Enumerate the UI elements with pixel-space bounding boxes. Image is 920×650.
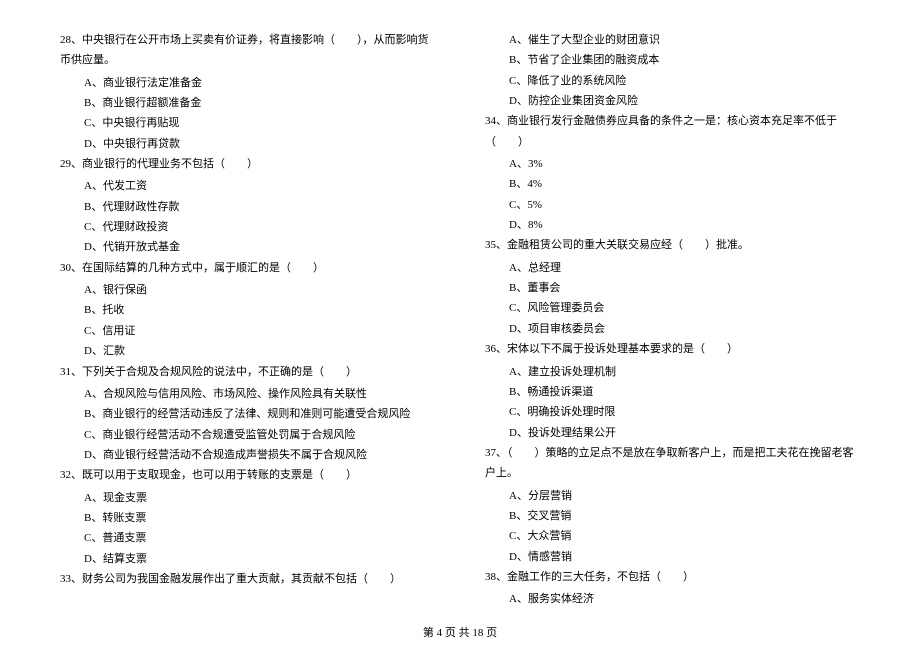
option-item: C、中央银行再贴现 bbox=[60, 113, 435, 133]
option-item: A、3% bbox=[485, 154, 860, 174]
question-text: 28、中央银行在公开市场上买卖有价证券，将直接影响（ ），从而影响货币供应量。 bbox=[60, 30, 435, 71]
question-label: 37、（ ）策略的立足点不是放在争取新客户上，而是把工夫花在挽留老客户上。 bbox=[485, 443, 860, 484]
question-text: 38、金融工作的三大任务，不包括（ ） bbox=[485, 567, 860, 587]
option-item: A、分层营销 bbox=[485, 486, 860, 506]
question-text: 35、金融租赁公司的重大关联交易应经（ ）批准。 bbox=[485, 235, 860, 255]
question-label: 36、宋体以下不属于投诉处理基本要求的是（ ） bbox=[485, 339, 860, 359]
option-item: C、商业银行经营活动不合规遭受监管处罚属于合规风险 bbox=[60, 425, 435, 445]
exam-content: 28、中央银行在公开市场上买卖有价证券，将直接影响（ ），从而影响货币供应量。A… bbox=[60, 30, 860, 620]
page-footer: 第 4 页 共 18 页 bbox=[0, 624, 920, 640]
question-text: 37、（ ）策略的立足点不是放在争取新客户上，而是把工夫花在挽留老客户上。 bbox=[485, 443, 860, 484]
option-item: D、汇款 bbox=[60, 341, 435, 361]
option-item: A、催生了大型企业的财团意识 bbox=[485, 30, 860, 50]
option-item: D、代销开放式基金 bbox=[60, 237, 435, 257]
option-item: D、项目审核委员会 bbox=[485, 319, 860, 339]
option-item: A、现金支票 bbox=[60, 488, 435, 508]
option-item: D、中央银行再贷款 bbox=[60, 134, 435, 154]
question-label: 30、在国际结算的几种方式中，属于顺汇的是（ ） bbox=[60, 258, 435, 278]
option-item: A、商业银行法定准备金 bbox=[60, 73, 435, 93]
question-text: 30、在国际结算的几种方式中，属于顺汇的是（ ） bbox=[60, 258, 435, 278]
question-text: 29、商业银行的代理业务不包括（ ） bbox=[60, 154, 435, 174]
option-item: B、托收 bbox=[60, 300, 435, 320]
question-label: 29、商业银行的代理业务不包括（ ） bbox=[60, 154, 435, 174]
option-item: D、防控企业集团资金风险 bbox=[485, 91, 860, 111]
option-item: B、商业银行的经营活动违反了法律、规则和准则可能遭受合规风险 bbox=[60, 404, 435, 424]
option-item: A、总经理 bbox=[485, 258, 860, 278]
option-item: D、8% bbox=[485, 215, 860, 235]
question-text: 34、商业银行发行金融债券应具备的条件之一是：核心资本充足率不低于（ ） bbox=[485, 111, 860, 152]
option-item: C、普通支票 bbox=[60, 528, 435, 548]
question-label: 31、下列关于合规及合规风险的说法中，不正确的是（ ） bbox=[60, 362, 435, 382]
option-item: A、代发工资 bbox=[60, 176, 435, 196]
option-item: B、交叉营销 bbox=[485, 506, 860, 526]
option-item: C、5% bbox=[485, 195, 860, 215]
question-text: 33、财务公司为我国金融发展作出了重大贡献，其贡献不包括（ ） bbox=[60, 569, 435, 589]
left-column: 28、中央银行在公开市场上买卖有价证券，将直接影响（ ），从而影响货币供应量。A… bbox=[60, 30, 435, 620]
option-item: C、降低了业的系统风险 bbox=[485, 71, 860, 91]
option-item: D、结算支票 bbox=[60, 549, 435, 569]
question-text: 32、既可以用于支取现金，也可以用于转账的支票是（ ） bbox=[60, 465, 435, 485]
option-item: C、风险管理委员会 bbox=[485, 298, 860, 318]
option-item: A、服务实体经济 bbox=[485, 589, 860, 609]
option-item: B、商业银行超额准备金 bbox=[60, 93, 435, 113]
option-item: C、信用证 bbox=[60, 321, 435, 341]
option-item: B、董事会 bbox=[485, 278, 860, 298]
option-item: A、合规风险与信用风险、市场风险、操作风险具有关联性 bbox=[60, 384, 435, 404]
option-item: D、投诉处理结果公开 bbox=[485, 423, 860, 443]
question-label: 32、既可以用于支取现金，也可以用于转账的支票是（ ） bbox=[60, 465, 435, 485]
question-label: 33、财务公司为我国金融发展作出了重大贡献，其贡献不包括（ ） bbox=[60, 569, 435, 589]
question-label: 35、金融租赁公司的重大关联交易应经（ ）批准。 bbox=[485, 235, 860, 255]
option-item: C、大众营销 bbox=[485, 526, 860, 546]
option-item: B、畅通投诉渠道 bbox=[485, 382, 860, 402]
option-item: C、代理财政投资 bbox=[60, 217, 435, 237]
option-item: B、转账支票 bbox=[60, 508, 435, 528]
right-column: A、催生了大型企业的财团意识B、节省了企业集团的融资成本C、降低了业的系统风险D… bbox=[485, 30, 860, 620]
question-label: 34、商业银行发行金融债券应具备的条件之一是：核心资本充足率不低于（ ） bbox=[485, 111, 860, 152]
question-text: 31、下列关于合规及合规风险的说法中，不正确的是（ ） bbox=[60, 362, 435, 382]
option-item: B、代理财政性存款 bbox=[60, 197, 435, 217]
option-item: D、情感营销 bbox=[485, 547, 860, 567]
option-item: B、4% bbox=[485, 174, 860, 194]
option-item: C、明确投诉处理时限 bbox=[485, 402, 860, 422]
option-item: D、商业银行经营活动不合规造成声誉损失不属于合规风险 bbox=[60, 445, 435, 465]
question-label: 38、金融工作的三大任务，不包括（ ） bbox=[485, 567, 860, 587]
question-text: 36、宋体以下不属于投诉处理基本要求的是（ ） bbox=[485, 339, 860, 359]
option-item: B、节省了企业集团的融资成本 bbox=[485, 50, 860, 70]
option-item: A、银行保函 bbox=[60, 280, 435, 300]
option-item: A、建立投诉处理机制 bbox=[485, 362, 860, 382]
question-label: 28、中央银行在公开市场上买卖有价证券，将直接影响（ ），从而影响货币供应量。 bbox=[60, 30, 435, 71]
